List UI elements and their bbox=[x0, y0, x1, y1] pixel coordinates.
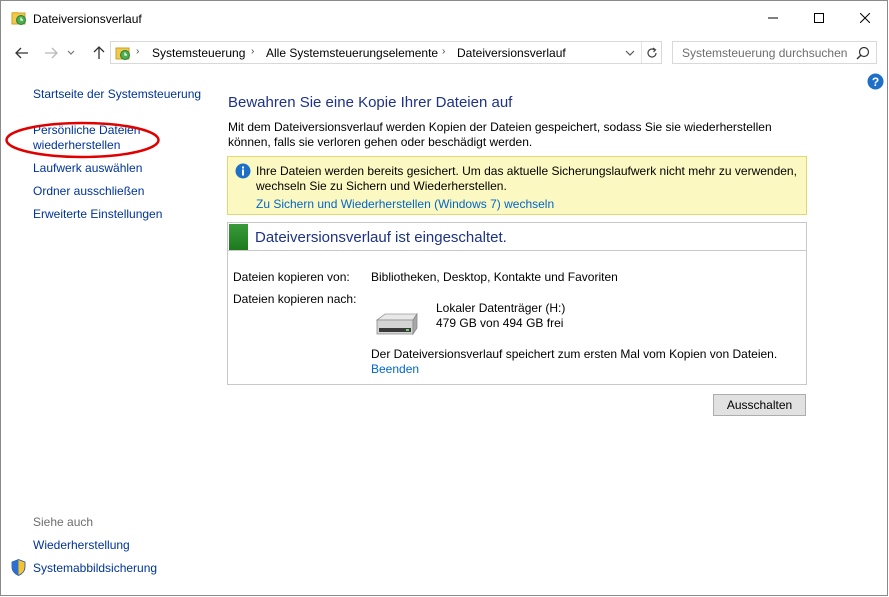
see-also-heading: Siehe auch bbox=[33, 515, 94, 529]
recent-locations-button[interactable] bbox=[65, 43, 77, 63]
close-icon bbox=[860, 13, 870, 23]
file-history-icon bbox=[115, 47, 130, 60]
navigation-bar: › Systemsteuerung › Alle Systemsteuerung… bbox=[1, 35, 887, 71]
sidebar-item-label: wiederherstellen bbox=[33, 138, 121, 152]
copy-from-value: Bibliotheken, Desktop, Kontakte und Favo… bbox=[371, 270, 618, 284]
sidebar-item-restore-files[interactable]: Persönliche Dateien wiederherstellen bbox=[33, 123, 140, 153]
sidebar-item-label: Persönliche Dateien bbox=[33, 123, 141, 137]
sidebar-item-system-image[interactable]: Systemabbildsicherung bbox=[33, 561, 157, 576]
sidebar-item-select-drive[interactable]: Laufwerk auswählen bbox=[33, 161, 142, 176]
refresh-icon bbox=[647, 47, 657, 58]
maximize-button[interactable] bbox=[796, 1, 842, 35]
page-description: Mit dem Dateiversionsverlauf werden Kopi… bbox=[228, 120, 772, 149]
status-title: Dateiversionsverlauf ist eingeschaltet. bbox=[255, 229, 507, 246]
file-history-icon bbox=[11, 12, 26, 25]
sidebar-item-home[interactable]: Startseite der Systemsteuerung bbox=[33, 87, 201, 102]
copy-to-label: Dateien kopieren nach: bbox=[233, 292, 357, 306]
hard-drive-icon bbox=[375, 312, 418, 336]
address-bar[interactable]: › Systemsteuerung › Alle Systemsteuerung… bbox=[110, 41, 662, 64]
drive-free-space: 479 GB von 494 GB frei bbox=[436, 316, 564, 330]
search-box[interactable] bbox=[672, 41, 877, 64]
sidebar-item-recovery[interactable]: Wiederherstellung bbox=[33, 538, 130, 553]
status-header: Dateiversionsverlauf ist eingeschaltet. bbox=[228, 223, 806, 251]
chevron-down-icon[interactable] bbox=[623, 47, 637, 59]
breadcrumb-alle-elemente[interactable]: Alle Systemsteuerungselemente bbox=[266, 46, 438, 60]
breadcrumb-dateiversionsverlauf[interactable]: Dateiversionsverlauf bbox=[457, 46, 566, 60]
uac-shield-icon bbox=[11, 559, 26, 576]
stop-link[interactable]: Beenden bbox=[371, 362, 419, 376]
forward-button[interactable] bbox=[41, 43, 61, 63]
sidebar-item-advanced-settings[interactable]: Erweiterte Einstellungen bbox=[33, 207, 162, 222]
minimize-icon bbox=[768, 17, 778, 19]
info-text: Ihre Dateien werden bereits gesichert. U… bbox=[256, 164, 797, 193]
sidebar-item-exclude-folders[interactable]: Ordner ausschließen bbox=[33, 184, 144, 199]
close-button[interactable] bbox=[842, 1, 888, 35]
arrow-left-icon bbox=[15, 47, 28, 59]
arrow-right-icon bbox=[45, 47, 58, 59]
drive-name: Lokaler Datenträger (H:) bbox=[436, 301, 566, 315]
breadcrumb-separator: › bbox=[442, 46, 446, 57]
help-icon[interactable]: ? bbox=[867, 73, 884, 90]
breadcrumb-separator: › bbox=[251, 46, 255, 57]
first-save-message: Der Dateiversionsverlauf speichert zum e… bbox=[371, 347, 778, 361]
backup-restore-link[interactable]: Zu Sichern und Wiederherstellen (Windows… bbox=[256, 197, 554, 211]
breadcrumb-systemsteuerung[interactable]: Systemsteuerung bbox=[152, 46, 245, 60]
page-title: Bewahren Sie eine Kopie Ihrer Dateien au… bbox=[228, 94, 513, 111]
svg-text:?: ? bbox=[872, 75, 879, 89]
search-icon[interactable] bbox=[856, 46, 870, 60]
turn-off-button[interactable]: Ausschalten bbox=[713, 394, 806, 416]
window-title: Dateiversionsverlauf bbox=[33, 12, 142, 26]
maximize-icon bbox=[814, 13, 824, 23]
copy-from-label: Dateien kopieren von: bbox=[233, 270, 350, 284]
status-panel: Dateiversionsverlauf ist eingeschaltet. … bbox=[227, 222, 807, 385]
chevron-down-icon bbox=[67, 50, 75, 55]
info-icon bbox=[235, 163, 251, 179]
info-banner: Ihre Dateien werden bereits gesichert. U… bbox=[227, 156, 807, 215]
minimize-button[interactable] bbox=[750, 1, 796, 35]
back-button[interactable] bbox=[12, 43, 32, 63]
search-input[interactable] bbox=[673, 42, 853, 63]
status-indicator bbox=[229, 224, 248, 250]
sidebar: Startseite der Systemsteuerung Persönlic… bbox=[1, 71, 216, 597]
file-history-window: Dateiversionsverlauf › Systemsteuerung ›… bbox=[0, 0, 888, 596]
refresh-button[interactable] bbox=[641, 42, 662, 63]
breadcrumb-separator: › bbox=[136, 46, 140, 57]
arrow-up-icon bbox=[93, 46, 105, 59]
title-bar: Dateiversionsverlauf bbox=[1, 1, 887, 35]
up-button[interactable] bbox=[89, 43, 109, 63]
